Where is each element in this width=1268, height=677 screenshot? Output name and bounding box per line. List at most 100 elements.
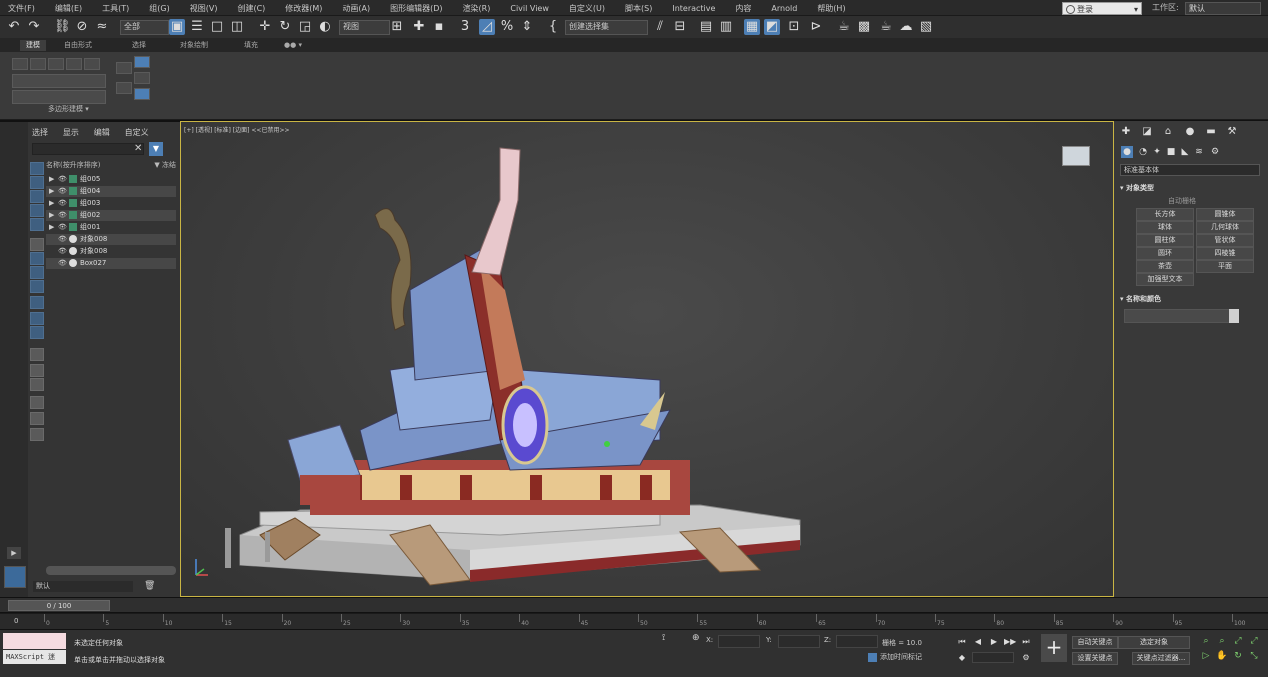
hierarchy-tab-icon[interactable]: ⌂ bbox=[1162, 126, 1174, 138]
isolate-selection-icon[interactable]: ⟟ bbox=[662, 633, 665, 643]
schematic-view-icon[interactable]: ⊡ bbox=[786, 19, 802, 35]
link-icon[interactable]: ⛓ bbox=[54, 19, 71, 35]
edit-named-selection-icon[interactable]: { bbox=[545, 19, 561, 35]
object-type-rollout[interactable]: ▾ 对象类型 bbox=[1120, 183, 1260, 193]
torus-button[interactable]: 圆环 bbox=[1136, 247, 1194, 260]
plane-button[interactable]: 平面 bbox=[1196, 260, 1254, 273]
visibility-icon[interactable]: 👁 bbox=[58, 258, 67, 269]
explorer-menu-select[interactable]: 选择 bbox=[32, 128, 48, 137]
visibility-icon[interactable]: 👁 bbox=[58, 174, 67, 185]
cone-button[interactable]: 圆锥体 bbox=[1196, 208, 1254, 221]
menu-interactive[interactable]: Interactive bbox=[672, 4, 715, 13]
create-tab-icon[interactable]: ✚ bbox=[1120, 126, 1132, 138]
viewcube-icon[interactable] bbox=[1062, 146, 1090, 166]
menu-arnold[interactable]: Arnold bbox=[771, 4, 797, 13]
current-frame-field[interactable] bbox=[972, 652, 1014, 663]
time-slider-handle[interactable]: 0 / 100 bbox=[8, 600, 110, 611]
zoom-extents-icon[interactable]: ⤢ bbox=[1232, 635, 1244, 647]
maxscript-listener-input[interactable] bbox=[3, 633, 66, 649]
menu-group[interactable]: 组(G) bbox=[149, 3, 169, 14]
pivot-center-icon[interactable]: ⊞ bbox=[389, 19, 405, 35]
display-cameras-icon[interactable] bbox=[30, 218, 44, 231]
menu-edit[interactable]: 编辑(E) bbox=[55, 3, 82, 14]
toggle-layer-explorer-icon[interactable]: ▥ bbox=[718, 19, 734, 35]
motion-tab-icon[interactable]: ● bbox=[1184, 126, 1196, 138]
visibility-icon[interactable]: 👁 bbox=[58, 198, 67, 209]
rendered-frame-window-icon[interactable]: ▩ bbox=[856, 19, 872, 35]
menu-animation[interactable]: 动画(A) bbox=[342, 3, 370, 14]
ribbon-button[interactable] bbox=[134, 56, 150, 68]
list-item[interactable]: ▶ 👁 组005 bbox=[46, 174, 176, 185]
curve-editor-icon[interactable]: ◩ bbox=[764, 19, 780, 35]
primitive-type-dropdown[interactable]: 标准基本体 bbox=[1120, 164, 1260, 176]
display-bones-icon[interactable] bbox=[30, 296, 44, 309]
display-all-icon[interactable] bbox=[30, 364, 44, 377]
utilities-tab-icon[interactable]: ⚒ bbox=[1226, 126, 1238, 138]
tab-populate[interactable]: 填充 bbox=[238, 40, 264, 51]
viewport-label[interactable]: [+] [透视] [标准] [边面] <<已禁用>> bbox=[184, 125, 290, 134]
explorer-search-input[interactable] bbox=[32, 143, 144, 155]
list-item[interactable]: ▶ 👁 组004 bbox=[46, 186, 176, 197]
layer-sort-icon[interactable] bbox=[30, 428, 44, 441]
scale-icon[interactable]: ◲ bbox=[297, 19, 313, 35]
display-frozen-icon[interactable] bbox=[30, 326, 44, 339]
maxscript-mini-listener[interactable]: MAXScript 迷 bbox=[3, 650, 66, 664]
object-color-swatch[interactable] bbox=[1229, 309, 1239, 323]
visibility-icon[interactable]: 👁 bbox=[58, 246, 67, 257]
display-containers-icon[interactable] bbox=[30, 312, 44, 325]
render-iterative-icon[interactable]: ☁ bbox=[898, 19, 914, 35]
display-none-icon[interactable] bbox=[30, 162, 44, 175]
window-crossing-icon[interactable]: ◫ bbox=[229, 19, 245, 35]
box-button[interactable]: 长方体 bbox=[1136, 208, 1194, 221]
x-coordinate-field[interactable] bbox=[718, 635, 760, 648]
display-hidden-icon[interactable] bbox=[30, 348, 44, 361]
time-slider-track[interactable] bbox=[0, 598, 1268, 612]
zoom-extents-all-icon[interactable]: ⤢ bbox=[1248, 635, 1260, 647]
play-animation-icon[interactable]: ▶ bbox=[988, 636, 1000, 647]
menu-content[interactable]: 内容 bbox=[735, 3, 751, 14]
trash-icon[interactable]: 🗑 bbox=[144, 581, 155, 591]
autogrid-checkbox[interactable]: 自动栅格 bbox=[1168, 196, 1196, 206]
ribbon-button[interactable] bbox=[30, 58, 46, 70]
percent-snap-icon[interactable]: % bbox=[499, 19, 515, 35]
close-icon[interactable]: ✕ bbox=[134, 143, 142, 154]
ribbon-button[interactable] bbox=[134, 72, 150, 84]
redo-icon[interactable]: ↷ bbox=[26, 19, 42, 35]
list-item[interactable]: 👁 对象008 bbox=[46, 246, 176, 257]
menu-graph-editors[interactable]: 图形编辑器(D) bbox=[390, 3, 442, 14]
ribbon-button[interactable] bbox=[48, 58, 64, 70]
selected-object-dropdown[interactable]: 选定对象 bbox=[1118, 636, 1190, 649]
key-mode-icon[interactable]: ◆ bbox=[956, 652, 968, 663]
scene-explorer-toggle-icon[interactable] bbox=[4, 566, 26, 588]
render-production-icon[interactable]: ☕ bbox=[878, 19, 894, 35]
key-filters-button[interactable]: 关键点过滤器... bbox=[1132, 652, 1190, 665]
select-object-icon[interactable]: ▣ bbox=[169, 19, 185, 35]
zoom-icon[interactable]: ⌕ bbox=[1200, 635, 1212, 647]
set-key-button[interactable]: 设置关键点 bbox=[1072, 652, 1118, 665]
freeze-column-header[interactable]: ▼ 冻结 bbox=[154, 160, 176, 170]
text-plus-button[interactable]: 加强型文本 bbox=[1136, 273, 1194, 286]
sync-selection-icon[interactable] bbox=[30, 396, 44, 409]
list-item[interactable]: ▶ 👁 组001 bbox=[46, 222, 176, 233]
pan-view-icon[interactable]: ✋ bbox=[1216, 650, 1228, 662]
display-geometry-icon[interactable] bbox=[30, 176, 44, 189]
play-icon[interactable]: ▶ bbox=[7, 547, 21, 559]
visibility-icon[interactable]: 👁 bbox=[58, 234, 67, 245]
menu-tools[interactable]: 工具(T) bbox=[102, 3, 129, 14]
align-icon[interactable]: ⊟ bbox=[672, 19, 688, 35]
geometry-icon[interactable]: ● bbox=[1121, 146, 1133, 158]
display-xrefs-icon[interactable] bbox=[30, 280, 44, 293]
ribbon-button[interactable] bbox=[12, 58, 28, 70]
next-frame-icon[interactable]: ▶▶ bbox=[1004, 636, 1016, 647]
ribbon-button[interactable] bbox=[66, 58, 82, 70]
menu-help[interactable]: 帮助(H) bbox=[817, 3, 845, 14]
tab-modeling[interactable]: 建模 bbox=[20, 40, 46, 51]
zoom-all-icon[interactable]: ⌕ bbox=[1216, 635, 1228, 647]
ribbon-button[interactable] bbox=[134, 88, 150, 100]
explorer-menu-customize[interactable]: 自定义 bbox=[125, 128, 149, 137]
list-item[interactable]: 👁 Box027 bbox=[46, 258, 176, 269]
pyramid-button[interactable]: 四棱锥 bbox=[1196, 247, 1254, 260]
expand-icon[interactable]: ▶ bbox=[49, 174, 54, 185]
set-key-plus-icon[interactable]: + bbox=[1041, 634, 1067, 662]
auto-key-button[interactable]: 自动关键点 bbox=[1072, 636, 1118, 649]
